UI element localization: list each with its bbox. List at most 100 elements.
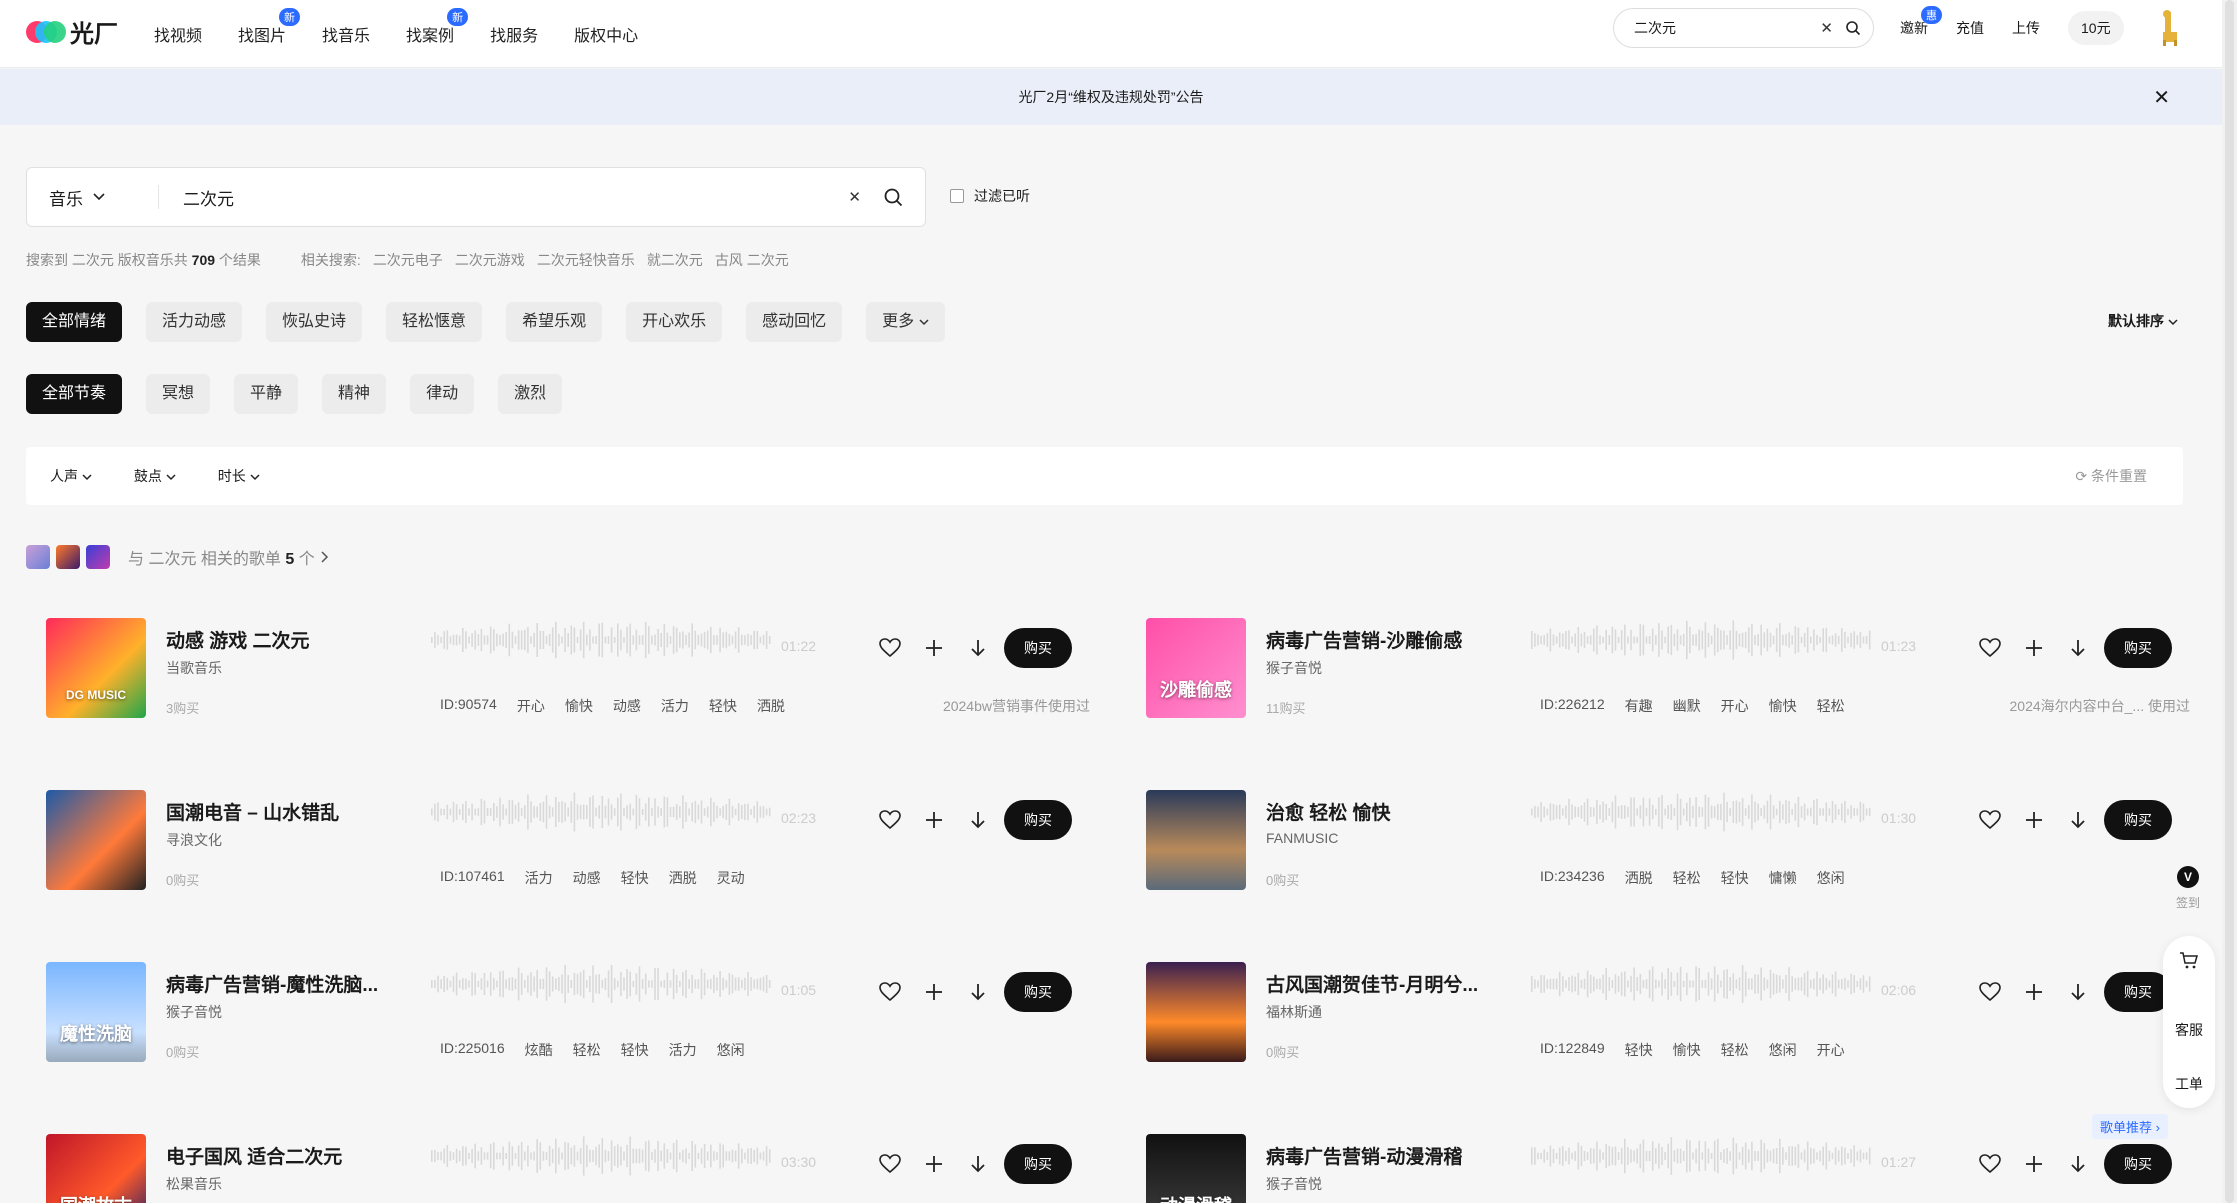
add-icon[interactable]: [2020, 1150, 2048, 1178]
track-tag[interactable]: 活力: [669, 1040, 697, 1060]
upload-link[interactable]: 上传: [2012, 18, 2040, 38]
track-cover[interactable]: [1146, 962, 1246, 1062]
scrollbar[interactable]: [2222, 0, 2237, 1203]
chip-more[interactable]: 更多: [866, 302, 945, 342]
recharge-link[interactable]: 充值: [1956, 18, 1984, 38]
track-tag[interactable]: 活力: [661, 696, 689, 716]
track-title[interactable]: 病毒广告营销-沙雕偷感: [1266, 626, 1496, 653]
playlist-recommend[interactable]: 歌单推荐 ›: [2092, 1114, 2168, 1139]
chip-rhythm[interactable]: 冥想: [146, 374, 211, 414]
notice-text[interactable]: 光厂2月“维权及违规处罚”公告: [1018, 87, 1203, 107]
nav-item-music[interactable]: 找音乐: [322, 22, 370, 46]
category-select[interactable]: 音乐: [49, 185, 159, 209]
chip-mood[interactable]: 开心欢乐: [626, 302, 723, 342]
download-icon[interactable]: [2064, 1150, 2092, 1178]
track-tag[interactable]: 炫酷: [525, 1040, 553, 1060]
chip-mood[interactable]: 轻松惬意: [386, 302, 483, 342]
track-card[interactable]: 治愈 轻松 愉快 FANMUSIC 0购买 01:30 ID:234236 洒脱轻…: [1126, 790, 2196, 910]
track-tag[interactable]: 悠闲: [1817, 868, 1845, 888]
track-tag[interactable]: 轻快: [621, 868, 649, 888]
waveform[interactable]: [431, 962, 771, 1006]
chip-mood[interactable]: 活力动感: [146, 302, 243, 342]
search-input[interactable]: 二次元: [183, 185, 848, 210]
add-icon[interactable]: [2020, 978, 2048, 1006]
waveform[interactable]: [431, 790, 771, 834]
nav-item-services[interactable]: 找服务: [490, 22, 538, 46]
sign-in-widget[interactable]: V 签到: [2176, 866, 2200, 911]
track-tag[interactable]: 开心: [517, 696, 545, 716]
chip-all-rhythm[interactable]: 全部节奏: [26, 374, 123, 414]
heart-icon[interactable]: [1976, 806, 2004, 834]
reset-button[interactable]: ⟳ 条件重置: [2075, 466, 2147, 486]
buy-button[interactable]: 购买: [2104, 628, 2172, 668]
track-artist[interactable]: 当歌音乐: [166, 658, 222, 678]
search-icon[interactable]: [1845, 20, 1861, 36]
logo[interactable]: 光厂: [26, 14, 118, 49]
add-icon[interactable]: [2020, 634, 2048, 662]
invite-link[interactable]: 邀新惠: [1900, 6, 1942, 38]
buy-button[interactable]: 购买: [1004, 1144, 1072, 1184]
buy-button[interactable]: 购买: [1004, 800, 1072, 840]
track-tag[interactable]: 轻松: [1673, 868, 1701, 888]
heart-icon[interactable]: [876, 978, 904, 1006]
track-card[interactable]: 动漫滑稽 病毒广告营销-动漫滑稽 猴子音悦 01:27 购买: [1126, 1134, 2196, 1203]
add-icon[interactable]: [920, 806, 948, 834]
track-artist[interactable]: FANMUSIC: [1266, 830, 1338, 846]
track-card[interactable]: DG MUSIC 动感 游戏 二次元 当歌音乐 3购买 01:22 ID:905…: [26, 618, 1096, 738]
download-icon[interactable]: [964, 634, 992, 662]
track-tag[interactable]: 悠闲: [1769, 1040, 1797, 1060]
service-button[interactable]: 客服: [2163, 1020, 2215, 1040]
track-tag[interactable]: 洒脱: [669, 868, 697, 888]
related-playlists[interactable]: 与 二次元 相关的歌单 5 个: [26, 545, 329, 569]
track-cover[interactable]: 动漫滑稽: [1146, 1134, 1246, 1203]
buy-button[interactable]: 购买: [2104, 800, 2172, 840]
add-icon[interactable]: [920, 978, 948, 1006]
chip-mood[interactable]: 感动回忆: [746, 302, 843, 342]
waveform[interactable]: [431, 618, 771, 662]
track-tag[interactable]: 愉快: [1673, 1040, 1701, 1060]
track-tag[interactable]: 活力: [525, 868, 553, 888]
heart-icon[interactable]: [876, 1150, 904, 1178]
track-artist[interactable]: 福林斯通: [1266, 1002, 1322, 1022]
heart-icon[interactable]: [876, 634, 904, 662]
download-icon[interactable]: [2064, 978, 2092, 1006]
track-tag[interactable]: 轻快: [621, 1040, 649, 1060]
heart-icon[interactable]: [1976, 978, 2004, 1006]
track-tag[interactable]: 轻松: [1817, 696, 1845, 716]
waveform[interactable]: [431, 1134, 771, 1178]
track-cover[interactable]: 魔性洗脑: [46, 962, 146, 1062]
close-icon[interactable]: ✕: [2153, 85, 2170, 110]
track-tag[interactable]: 洒脱: [757, 696, 785, 716]
track-title[interactable]: 古风国潮贺佳节-月明兮...: [1266, 970, 1496, 997]
add-icon[interactable]: [920, 634, 948, 662]
track-artist[interactable]: 松果音乐: [166, 1174, 222, 1194]
clear-icon[interactable]: ✕: [1820, 19, 1833, 37]
track-tag[interactable]: 轻快: [1625, 1040, 1653, 1060]
user-avatar[interactable]: [2150, 8, 2186, 46]
checkbox[interactable]: [950, 189, 964, 203]
track-card[interactable]: 沙雕偷感 病毒广告营销-沙雕偷感 猴子音悦 11购买 01:23 ID:2262…: [1126, 618, 2196, 738]
vocal-filter[interactable]: 人声: [50, 466, 92, 486]
track-tag[interactable]: 轻松: [573, 1040, 601, 1060]
track-tag[interactable]: 轻快: [709, 696, 737, 716]
beat-filter[interactable]: 鼓点: [134, 466, 176, 486]
related-link[interactable]: 就二次元: [647, 250, 703, 270]
track-tag[interactable]: 有趣: [1625, 696, 1653, 716]
track-cover[interactable]: [1146, 790, 1246, 890]
download-icon[interactable]: [964, 1150, 992, 1178]
track-tag[interactable]: 开心: [1817, 1040, 1845, 1060]
track-artist[interactable]: 寻浪文化: [166, 830, 222, 850]
track-artist[interactable]: 猴子音悦: [166, 1002, 222, 1022]
add-icon[interactable]: [920, 1150, 948, 1178]
download-icon[interactable]: [2064, 634, 2092, 662]
track-tag[interactable]: 慵懒: [1769, 868, 1797, 888]
nav-item-images[interactable]: 找图片新: [238, 8, 301, 46]
track-title[interactable]: 治愈 轻松 愉快: [1266, 798, 1496, 825]
track-title[interactable]: 病毒广告营销-动漫滑稽: [1266, 1142, 1496, 1169]
filter-heard-checkbox[interactable]: 过滤已听: [950, 186, 1030, 206]
track-tag[interactable]: 开心: [1721, 696, 1749, 716]
related-link[interactable]: 古风 二次元: [715, 250, 789, 270]
duration-filter[interactable]: 时长: [218, 466, 260, 486]
download-icon[interactable]: [2064, 806, 2092, 834]
track-title[interactable]: 电子国风 适合二次元: [166, 1142, 396, 1169]
